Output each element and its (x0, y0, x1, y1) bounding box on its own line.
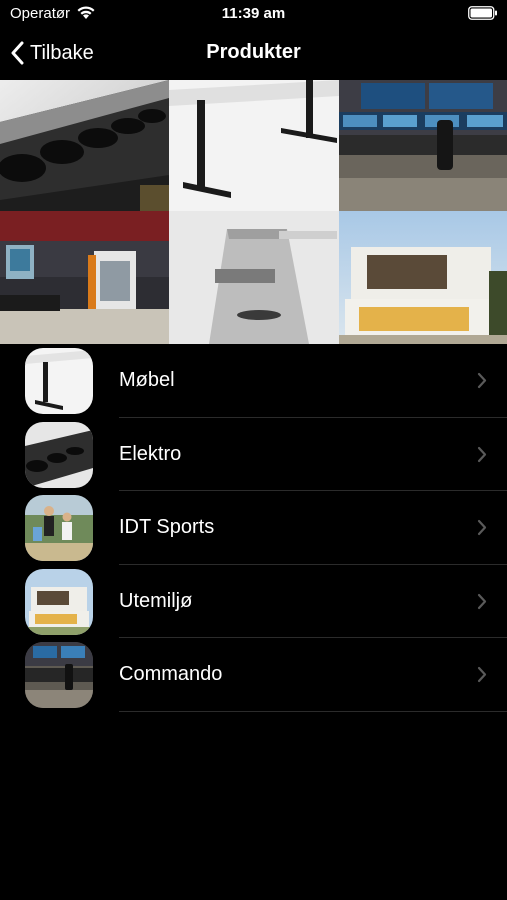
list-item-label: IDT Sports (119, 516, 215, 538)
page-title: Produkter (206, 41, 301, 63)
desk-frame-photo (169, 80, 339, 211)
row-divider (119, 710, 507, 712)
chevron-right-icon (477, 446, 487, 462)
control-room-photo (339, 80, 507, 211)
modern-house-photo (339, 211, 507, 344)
chevron-right-icon (477, 666, 487, 683)
list-item-label: Møbel (119, 369, 175, 391)
list-item-utemiljo[interactable]: Utemiljø (0, 565, 507, 638)
sports-team-thumb (25, 495, 93, 561)
battery-icon (468, 6, 497, 20)
list-item-idt-sports[interactable]: IDT Sports (0, 491, 507, 565)
chevron-right-icon (477, 372, 487, 389)
power-strip-photo (0, 80, 169, 211)
hero-image-grid (0, 80, 507, 344)
list-item-label: Utemiljø (119, 589, 193, 612)
house-thumb (25, 568, 93, 635)
list-item-label: Commando (119, 663, 223, 685)
status-time: 11:39 am (221, 5, 286, 22)
workshop-photo (0, 211, 169, 344)
product-list: Møbel Elektro IDT Sports Utemiljø Comman… (0, 344, 507, 712)
chevron-right-icon (477, 519, 487, 536)
navigation-bar: Tilbake Produkter (0, 30, 507, 80)
list-item-elektro[interactable]: Elektro (0, 418, 507, 491)
control-room-thumb (25, 642, 93, 708)
desk-frame-thumb (25, 348, 93, 414)
list-item-commando[interactable]: Commando (0, 638, 507, 712)
list-item-label: Elektro (119, 442, 182, 465)
power-strip-thumb (25, 421, 93, 488)
chevron-right-icon (477, 593, 487, 609)
status-bar: Operatør 11:39 am (0, 0, 507, 30)
list-item-mobel[interactable]: Møbel (0, 344, 507, 418)
desk-profile-photo (169, 211, 339, 344)
